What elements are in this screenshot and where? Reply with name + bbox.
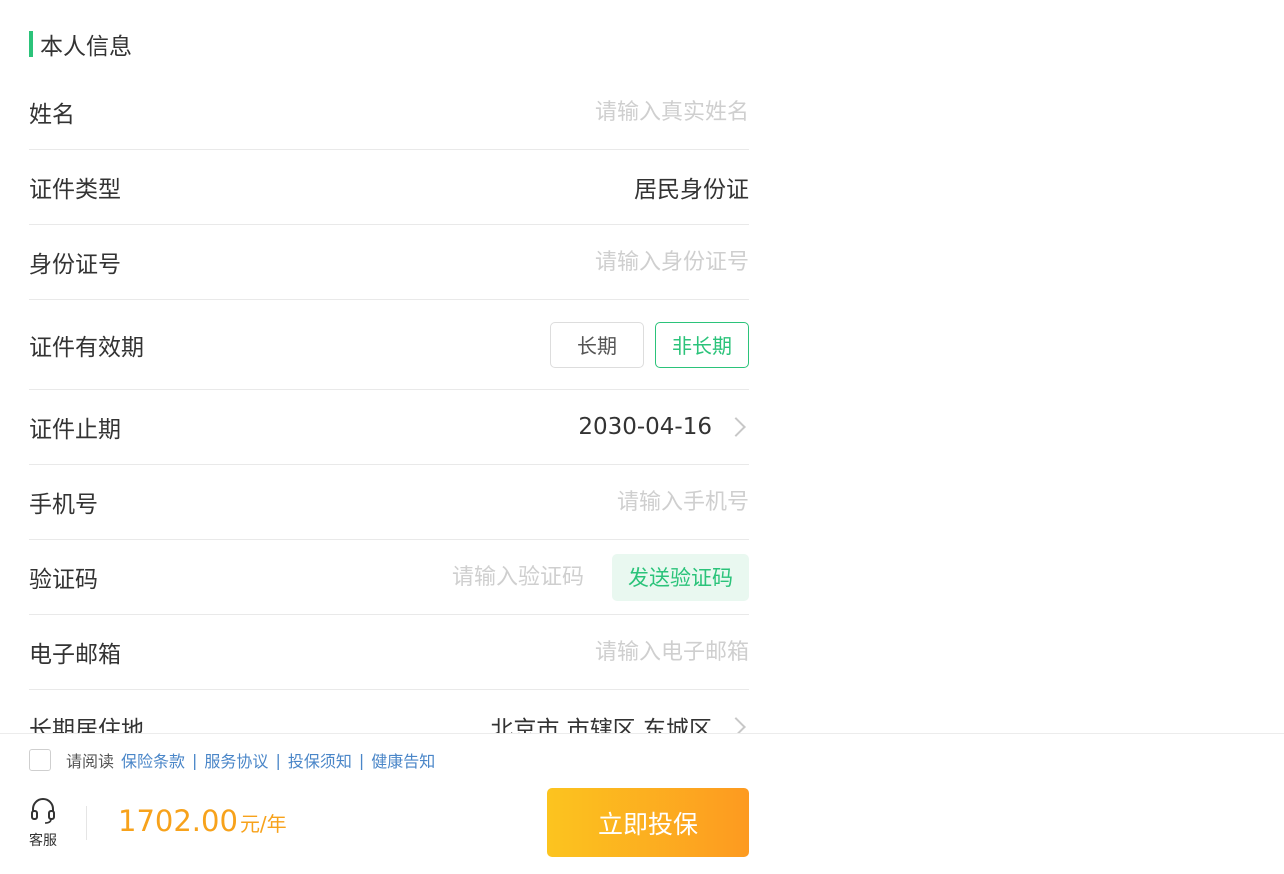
name-input[interactable] (449, 99, 749, 125)
validity-option-non-long-term[interactable]: 非长期 (655, 321, 749, 368)
name-row: 姓名 (29, 75, 749, 150)
residence-value[interactable]: 北京市 市辖区 东城区 (490, 710, 712, 733)
code-row: 验证码 发送验证码 (29, 540, 749, 615)
section-title: 本人信息 (29, 30, 132, 60)
expiry-value-group: 2030-04-16 (578, 414, 749, 440)
expiry-row[interactable]: 证件止期 2030-04-16 (29, 390, 749, 465)
expiry-label: 证件止期 (29, 417, 121, 443)
link-insurance-notice[interactable]: 投保须知 (288, 748, 352, 772)
price-display: 1702.00 元/年 (118, 804, 287, 838)
agreement-prefix: 请阅读 (66, 752, 115, 771)
title-accent-bar (29, 31, 33, 57)
agreement-checkbox[interactable] (29, 749, 51, 771)
validity-row: 证件有效期 长期 非长期 (29, 300, 749, 390)
code-label: 验证码 (29, 567, 98, 593)
chevron-right-icon (726, 417, 746, 437)
id-number-label: 身份证号 (29, 252, 121, 278)
residence-value-group: 北京市 市辖区 东城区 (490, 710, 749, 733)
personal-info-form: 姓名 证件类型 居民身份证 身份证号 证件有效期 长期 非长期 证件止期 203… (29, 75, 749, 733)
headset-icon (31, 798, 55, 824)
code-group: 发送验证码 (404, 553, 749, 601)
link-service-agreement[interactable]: 服务协议 (204, 748, 268, 772)
buy-insurance-button[interactable]: 立即投保 (547, 788, 749, 857)
id-number-row: 身份证号 (29, 225, 749, 300)
email-input[interactable] (449, 639, 749, 665)
id-number-input[interactable] (449, 249, 749, 275)
email-label: 电子邮箱 (29, 642, 121, 668)
expiry-date-value[interactable]: 2030-04-16 (578, 414, 712, 440)
link-health-notice[interactable]: 健康告知 (371, 748, 435, 772)
code-input[interactable] (404, 564, 584, 590)
link-separator: | (275, 750, 281, 770)
bottom-bar: 请阅读 保险条款 | 服务协议 | 投保须知 | 健康告知 客服 1702.00… (0, 733, 1284, 874)
send-code-button[interactable]: 发送验证码 (612, 553, 749, 601)
content-area: 本人信息 姓名 证件类型 居民身份证 身份证号 证件有效期 长期 非长期 证件止… (0, 0, 1284, 733)
customer-service-label: 客服 (29, 833, 57, 849)
price-unit: 元/年 (239, 812, 287, 836)
link-insurance-terms[interactable]: 保险条款 (121, 748, 185, 772)
link-separator: | (192, 750, 198, 770)
section-title-text: 本人信息 (40, 34, 132, 60)
residence-row[interactable]: 长期居住地 北京市 市辖区 东城区 (29, 690, 749, 733)
phone-row: 手机号 (29, 465, 749, 540)
email-row: 电子邮箱 (29, 615, 749, 690)
name-label: 姓名 (29, 102, 75, 128)
footer-divider (86, 806, 87, 840)
validity-options: 长期 非长期 (550, 321, 749, 368)
phone-input[interactable] (449, 489, 749, 515)
price-amount: 1702.00 (118, 804, 238, 838)
agreement-line: 请阅读 保险条款 | 服务协议 | 投保须知 | 健康告知 (29, 748, 435, 772)
id-type-row[interactable]: 证件类型 居民身份证 (29, 150, 749, 225)
phone-label: 手机号 (29, 492, 98, 518)
validity-label: 证件有效期 (29, 334, 144, 361)
customer-service-button[interactable]: 客服 (27, 796, 59, 850)
chevron-right-icon (726, 717, 746, 733)
validity-option-long-term[interactable]: 长期 (550, 321, 644, 368)
id-type-label: 证件类型 (29, 177, 121, 203)
residence-label: 长期居住地 (29, 717, 144, 733)
id-type-value[interactable]: 居民身份证 (634, 170, 749, 204)
link-separator: | (358, 750, 365, 770)
